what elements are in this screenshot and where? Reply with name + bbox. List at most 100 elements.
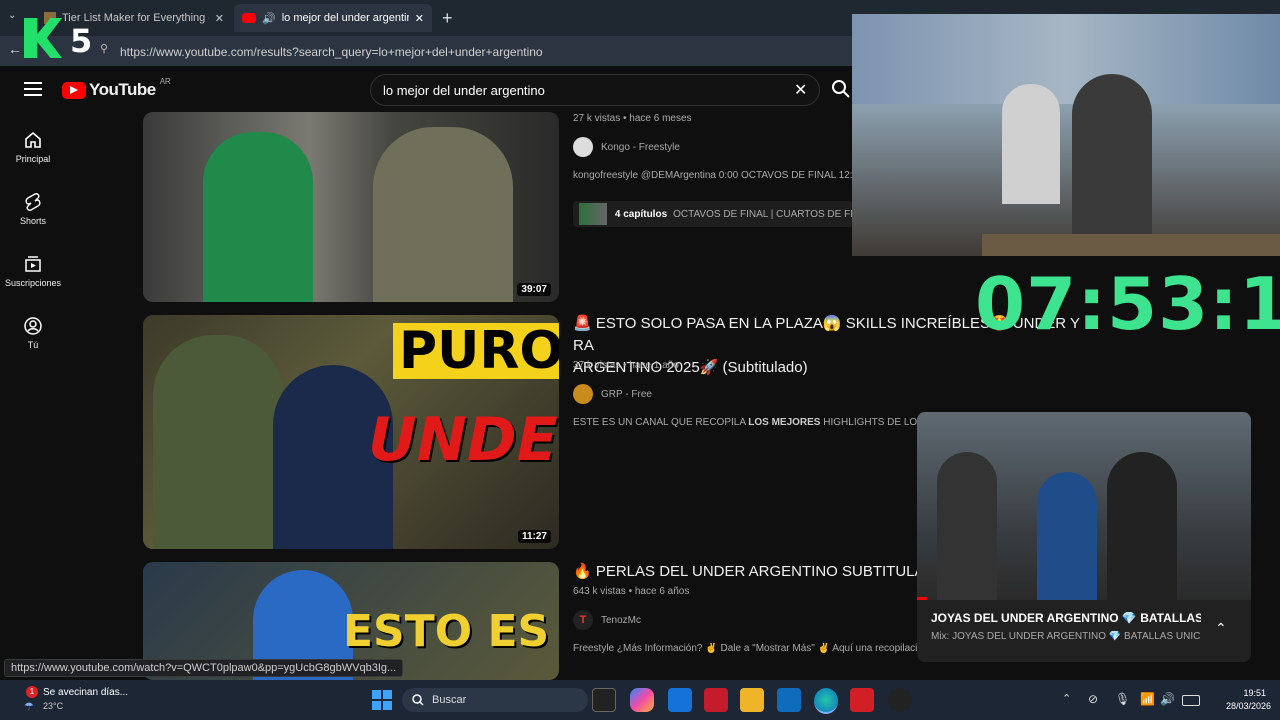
battery-icon[interactable] bbox=[1182, 695, 1200, 706]
channel-link[interactable]: GRP - Free bbox=[573, 384, 652, 404]
new-tab-icon[interactable]: + bbox=[442, 8, 453, 29]
webcam-overlay bbox=[852, 14, 1280, 256]
copilot-icon[interactable] bbox=[630, 688, 654, 712]
video-description: Freestyle ¿Más Información? ✌ Dale a "Mo… bbox=[573, 643, 918, 654]
search-icon[interactable] bbox=[832, 80, 850, 103]
url-text: https://www.youtube.com/results?search_q… bbox=[120, 45, 543, 59]
search-icon bbox=[412, 694, 424, 706]
video-meta: 27 k vistas • hace 6 meses bbox=[573, 113, 692, 124]
miniplayer-title: JOYAS DEL UNDER ARGENTINO 💎 BATALLAS ... bbox=[931, 611, 1201, 625]
chapters-text: OCTAVOS DE FINAL | CUARTOS DE FI bbox=[673, 208, 853, 220]
close-tab-icon[interactable]: ✕ bbox=[215, 12, 224, 25]
expand-icon[interactable]: ⌃ bbox=[1215, 620, 1227, 637]
video-thumbnail[interactable]: PURO UNDER 11:27 bbox=[143, 315, 559, 549]
youtube-logo-text: YouTube bbox=[89, 80, 156, 99]
channel-link[interactable]: Kongo - Freestyle bbox=[573, 137, 680, 157]
channel-name: TenozMc bbox=[601, 614, 642, 626]
person-figure bbox=[1002, 84, 1060, 204]
status-url-bubble: https://www.youtube.com/watch?v=QWCT0plp… bbox=[4, 659, 404, 677]
site-info-icon[interactable]: ⚲ bbox=[100, 42, 114, 55]
logo-number: 5 bbox=[70, 22, 93, 60]
menu-icon[interactable] bbox=[24, 82, 42, 101]
person-figure bbox=[1072, 74, 1152, 234]
sidebar-item-shorts[interactable]: Shorts bbox=[0, 192, 66, 226]
video-duration: 39:07 bbox=[517, 283, 551, 296]
youtube-play-icon bbox=[62, 81, 86, 99]
notification-badge: 1 bbox=[26, 686, 38, 698]
clock[interactable]: 19:51 28/03/2026 bbox=[1226, 687, 1272, 713]
outlook-icon[interactable] bbox=[777, 688, 801, 712]
close-tab-icon[interactable]: ✕ bbox=[415, 12, 424, 25]
video-title[interactable]: 🔥 PERLAS DEL UNDER ARGENTINO SUBTITULADO bbox=[573, 561, 918, 583]
tab-actions-icon[interactable]: ⌄ bbox=[8, 10, 24, 26]
sidebar-item-suscripciones[interactable]: Suscripciones bbox=[0, 254, 66, 288]
miniplayer-subtitle: Mix: JOYAS DEL UNDER ARGENTINO 💎 BATALLA… bbox=[931, 631, 1201, 642]
start-button[interactable] bbox=[372, 690, 392, 710]
weather-temp: 23°C bbox=[43, 701, 64, 711]
taskbar-search[interactable]: Buscar bbox=[402, 688, 588, 712]
edge-icon[interactable] bbox=[814, 688, 838, 714]
youtube-favicon-icon bbox=[242, 13, 256, 23]
search-input[interactable]: lo mejor del under argentino bbox=[370, 74, 820, 106]
show-hidden-icons[interactable]: ⌃ bbox=[1062, 692, 1071, 705]
thumb-figure bbox=[373, 127, 513, 302]
clear-search-icon[interactable]: ✕ bbox=[794, 80, 807, 100]
sidebar-item-principal[interactable]: Principal bbox=[0, 130, 66, 164]
shorts-icon bbox=[25, 193, 41, 211]
status-url-text: https://www.youtube.com/watch?v=QWCT0plp… bbox=[11, 662, 397, 674]
tab-youtube-search[interactable]: 🔊 lo mejor del under argentino ✕ bbox=[234, 4, 432, 32]
youtube-logo[interactable]: YouTube AR bbox=[62, 76, 171, 100]
channel-link[interactable]: T TenozMc bbox=[573, 610, 641, 630]
channel-avatar: T bbox=[573, 610, 593, 630]
video-thumbnail[interactable]: 39:07 bbox=[143, 112, 559, 302]
miniplayer[interactable]: JOYAS DEL UNDER ARGENTINO 💎 BATALLAS ...… bbox=[917, 412, 1251, 662]
weather-label: Se avecinan días... bbox=[43, 687, 129, 698]
person-figure bbox=[1037, 472, 1097, 600]
mcafee-icon[interactable] bbox=[704, 688, 728, 712]
thumb-text: UNDER bbox=[368, 405, 559, 475]
lenovo-icon[interactable] bbox=[850, 688, 874, 712]
clock-time: 19:51 bbox=[1243, 688, 1266, 698]
table-surface bbox=[982, 234, 1280, 256]
wifi-icon[interactable]: 📶 bbox=[1140, 692, 1155, 706]
channel-name: GRP - Free bbox=[601, 388, 652, 400]
volume-icon[interactable]: 🔊 bbox=[1160, 692, 1175, 706]
sidebar-label: Shorts bbox=[19, 216, 46, 226]
chapters-count: 4 capítulos bbox=[614, 208, 668, 220]
person-figure bbox=[1107, 452, 1177, 600]
chapters-bar[interactable]: 4 capítulos OCTAVOS DE FINAL | CUARTOS D… bbox=[573, 201, 853, 227]
network-off-icon[interactable]: ⊘ bbox=[1088, 692, 1098, 706]
chapter-thumbnail bbox=[579, 203, 607, 225]
speaker-icon[interactable]: 🔊 bbox=[262, 12, 276, 25]
app-icon[interactable] bbox=[888, 688, 912, 712]
video-meta: 37 k vistas • hace 1 año bbox=[573, 360, 679, 371]
file-explorer-icon[interactable] bbox=[740, 688, 764, 712]
region-code: AR bbox=[159, 76, 171, 86]
clock-date: 28/03/2026 bbox=[1226, 701, 1272, 711]
stream-timer: 07:53:18 bbox=[975, 262, 1280, 346]
task-view-icon[interactable] bbox=[592, 688, 616, 712]
home-icon bbox=[25, 131, 41, 148]
person-figure bbox=[937, 452, 997, 600]
tab-label: lo mejor del under argentino bbox=[281, 12, 409, 24]
sidebar-item-tu[interactable]: Tú bbox=[0, 316, 66, 350]
microphone-icon[interactable]: 🎙 bbox=[1115, 692, 1130, 706]
search-placeholder: Buscar bbox=[432, 694, 467, 706]
sidebar-label: Principal bbox=[15, 154, 51, 164]
miniplayer-video[interactable] bbox=[917, 412, 1251, 600]
tab-tier-list[interactable]: Tier List Maker for Everything - Tie ✕ bbox=[36, 4, 232, 32]
thumb-figure bbox=[153, 335, 283, 549]
desc-text: ESTE ES UN CANAL QUE RECOPILA bbox=[573, 417, 749, 428]
video-description: kongofreestyle @DEMArgentina 0:00 OCTAVO… bbox=[573, 170, 853, 181]
search-query: lo mejor del under argentino bbox=[383, 82, 545, 98]
wall-banner bbox=[852, 14, 1280, 104]
back-icon[interactable]: ← bbox=[8, 41, 22, 57]
weather-widget[interactable]: 1 ☂ Se avecinan días... 23°C bbox=[18, 686, 148, 716]
progress-bar[interactable] bbox=[917, 597, 927, 600]
store-icon[interactable] bbox=[668, 688, 692, 712]
video-duration: 11:27 bbox=[517, 530, 551, 543]
url-field[interactable]: https://www.youtube.com/results?search_q… bbox=[120, 42, 860, 62]
video-meta: 643 k vistas • hace 6 años bbox=[573, 586, 690, 597]
video-description: ESTE ES UN CANAL QUE RECOPILA LOS MEJORE… bbox=[573, 417, 918, 428]
sidebar-label: Suscripciones bbox=[4, 278, 62, 288]
